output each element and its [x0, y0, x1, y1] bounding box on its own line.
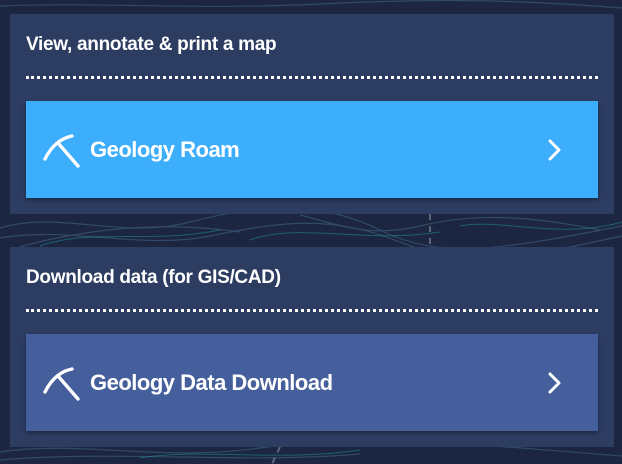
download-section: Download data (for GIS/CAD) Geology Data…: [10, 247, 614, 447]
dotted-divider: [26, 76, 598, 79]
button-label: Geology Roam: [90, 137, 240, 162]
geology-data-download-button[interactable]: Geology Data Download: [26, 334, 598, 431]
geology-roam-button[interactable]: Geology Roam: [26, 101, 598, 198]
chevron-right-icon: [548, 372, 561, 394]
pickaxe-icon: [43, 367, 80, 401]
chevron-right-icon: [548, 139, 561, 161]
section-title: View, annotate & print a map: [26, 34, 277, 55]
pickaxe-icon: [43, 134, 80, 168]
dotted-divider: [26, 309, 598, 312]
button-label: Geology Data Download: [90, 370, 333, 395]
section-title: Download data (for GIS/CAD): [26, 267, 281, 288]
roam-section: View, annotate & print a map Geology Roa…: [10, 14, 614, 214]
